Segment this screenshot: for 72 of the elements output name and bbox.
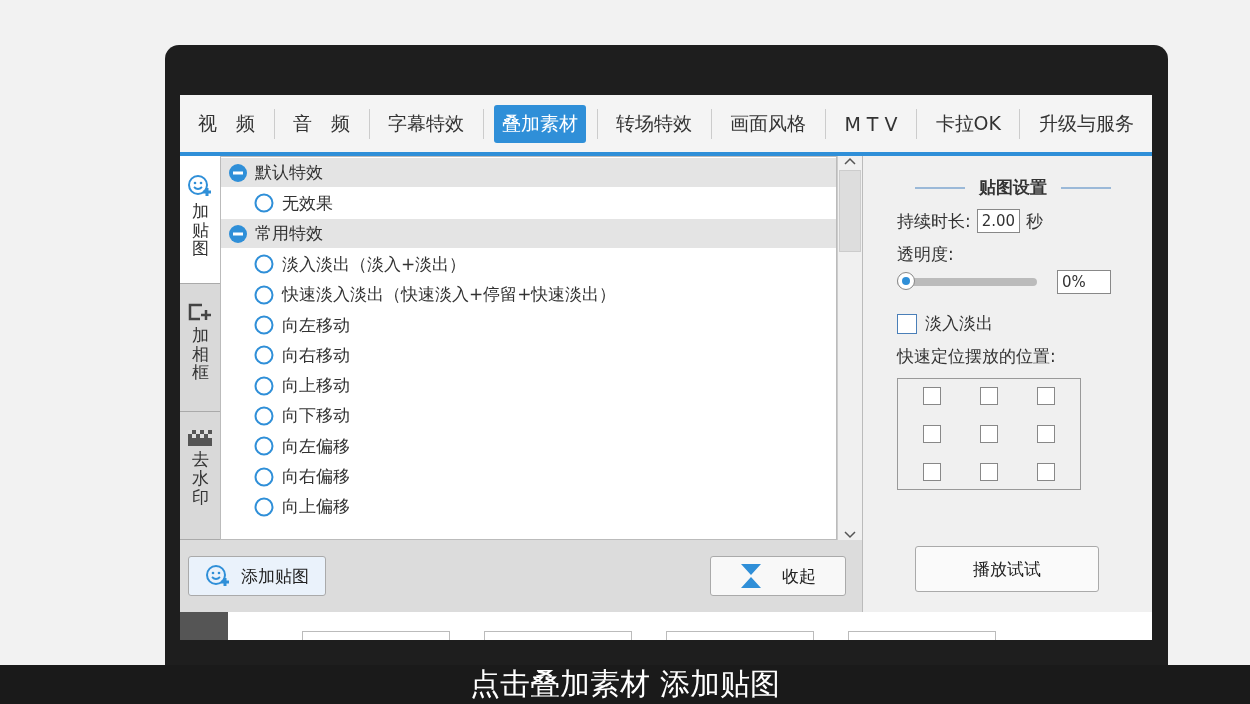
side-tab-label: 加相框 [191,326,209,383]
panel-title: 贴图设置 [978,176,1047,199]
effect-option[interactable]: 淡入淡出（淡入+淡出） [282,252,467,276]
menu-tab[interactable]: 卡拉OK [927,104,1009,143]
menu-tab[interactable]: 画面风格 [722,104,815,143]
radio-button[interactable] [254,284,274,305]
checkbox-label: 淡入淡出 [925,312,993,335]
smiley-plus-icon [187,174,213,198]
caption-text: 点击叠加素材 添加贴图 [470,665,780,703]
side-tab[interactable]: 加贴图 [180,156,220,285]
frame-plus-icon [188,302,212,323]
hourglass-icon [740,563,762,590]
menu-tab[interactable]: 音 频 [285,104,359,143]
group-label: 默认特效 [255,161,323,184]
position-checkbox[interactable] [1036,463,1055,481]
position-checkbox[interactable] [923,387,942,405]
radio-button[interactable] [254,315,274,336]
menu-tab[interactable]: 字幕特效 [380,104,473,143]
collapse-icon[interactable] [229,163,247,182]
radio-button[interactable] [254,345,274,366]
scroll-up-icon[interactable] [843,156,857,166]
add-sticker-button[interactable]: 添加贴图 [188,556,326,597]
side-tab[interactable]: 加相框 [180,284,220,413]
checkbox[interactable] [897,313,917,334]
group-label: 常用特效 [255,222,323,246]
smiley-plus-icon [205,564,231,589]
collapse-icon[interactable] [229,224,247,243]
duration-label: 持续时长: [897,209,971,233]
play-button[interactable]: 播放试试 [915,546,1099,592]
position-checkbox[interactable] [1036,425,1055,443]
position-checkbox[interactable] [923,425,942,443]
radio-button[interactable] [254,375,274,396]
side-tab-label: 去水印 [191,450,209,507]
effect-option[interactable]: 向右偏移 [282,465,350,488]
menu-tab[interactable]: 升级与服务 [1031,104,1142,143]
position-checkbox[interactable] [1036,387,1055,405]
effect-option[interactable]: 向右移动 [282,343,350,367]
menu-tab[interactable]: 视 频 [190,104,263,143]
position-checkbox[interactable] [980,463,998,481]
scroll-down-icon[interactable] [843,530,857,541]
radio-button[interactable] [254,466,274,487]
position-checkbox[interactable] [923,463,942,481]
side-tab-label: 加贴图 [191,202,209,259]
side-tab[interactable]: 去水印 [180,412,220,541]
group-header[interactable]: 常用特效 [221,219,836,249]
effect-option[interactable]: 向上移动 [282,374,350,398]
scroll-thumb[interactable] [839,170,861,252]
menu-tab[interactable]: 转场特效 [608,104,701,143]
effect-option[interactable]: 向上偏移 [282,495,350,519]
effect-option[interactable]: 向下移动 [282,404,350,428]
menu-tab[interactable]: M T V [836,106,906,141]
opacity-label: 透明度: [897,243,955,266]
radio-button[interactable] [254,405,274,426]
radio-button[interactable] [254,254,274,275]
effect-option[interactable]: 快速淡入淡出（快速淡入+停留+快速淡出） [282,283,617,307]
radio-button[interactable] [254,436,274,457]
effect-option[interactable]: 无效果 [282,191,333,215]
effect-option[interactable]: 向左移动 [282,313,350,337]
opacity-field[interactable]: 0% [1057,270,1111,294]
duration-field[interactable]: 2.00 [976,209,1021,233]
group-header[interactable]: 默认特效 [221,158,836,187]
slider-thumb[interactable] [897,272,915,290]
position-checkbox[interactable] [980,425,998,443]
effect-option[interactable]: 向左偏移 [282,434,350,458]
duration-unit: 秒 [1026,209,1044,233]
scrollbar[interactable] [837,156,862,541]
radio-button[interactable] [254,193,274,214]
checker-icon [188,430,212,447]
radio-button[interactable] [254,496,274,517]
collapse-button[interactable]: 收起 [710,556,846,597]
position-checkbox[interactable] [980,387,998,405]
position-label: 快速定位摆放的位置: [897,345,1057,368]
